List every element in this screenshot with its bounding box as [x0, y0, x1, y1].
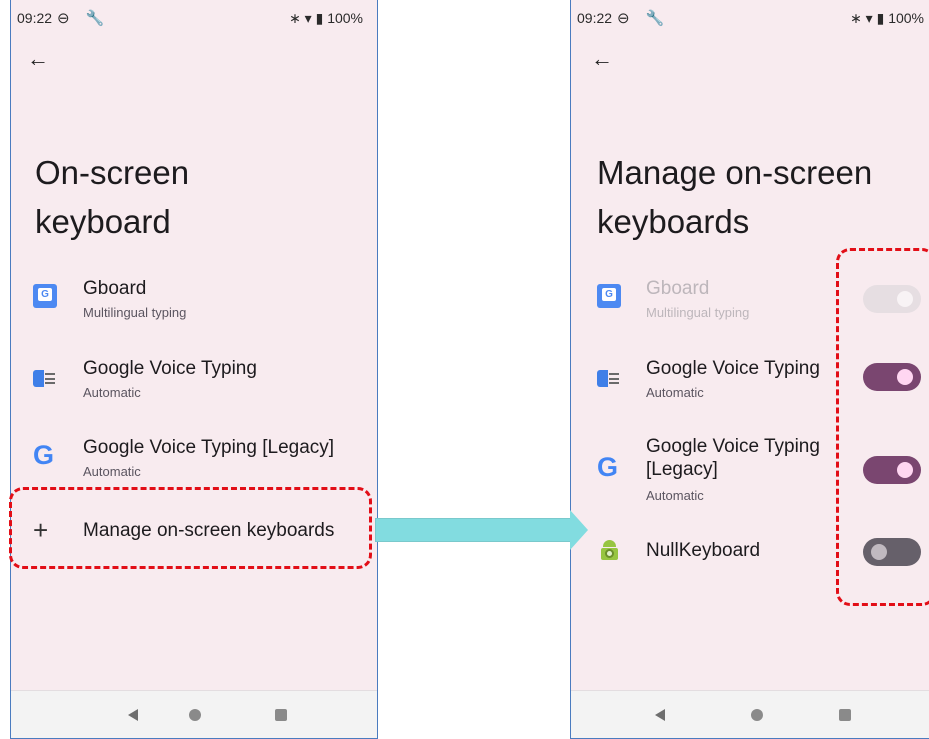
navigation-bar	[571, 690, 929, 738]
status-bar: 09:22 ⊖ 🔧 ∗ ▾ ▮ 100%	[571, 10, 929, 30]
item-label-line2: [Legacy]	[646, 459, 718, 480]
gboard-icon: G	[597, 284, 621, 308]
navigation-bar	[11, 690, 377, 738]
item-label-line1: Google Voice Typing	[646, 436, 820, 457]
page-title-line2: keyboards	[597, 203, 750, 240]
status-icons-left: ⊖ 🔧	[57, 10, 111, 27]
item-label: Google Voice Typing	[83, 358, 257, 379]
item-sublabel: Automatic	[646, 488, 704, 503]
nav-back-icon[interactable]	[655, 709, 665, 721]
item-sublabel: Multilingual typing	[83, 305, 187, 320]
status-icons-left: ⊖ 🔧	[617, 10, 671, 27]
back-arrow-icon[interactable]: ←	[27, 46, 49, 72]
item-label: Google Voice Typing	[646, 358, 820, 379]
google-g-icon: G	[597, 452, 619, 482]
status-bar: 09:22 ⊖ 🔧 ∗ ▾ ▮ 100%	[11, 10, 377, 30]
status-time: 09:22	[17, 10, 53, 26]
nav-home-icon[interactable]	[751, 709, 763, 721]
status-icons-right: ∗ ▾ ▮ 100%	[289, 10, 363, 26]
transition-arrowhead	[570, 510, 588, 550]
google-g-icon: G	[33, 440, 55, 470]
page-title-line1: On-screen	[35, 154, 190, 191]
item-sublabel: Automatic	[83, 385, 141, 400]
toggles-highlight	[836, 248, 929, 606]
status-time: 09:22	[577, 10, 613, 26]
status-icons-right: ∗ ▾ ▮ 100%	[850, 10, 924, 26]
transition-arrow	[375, 518, 573, 542]
google-voice-typing-icon	[33, 366, 57, 390]
page-title-line2: keyboard	[35, 203, 171, 240]
page-title-line1: Manage on-screen	[597, 154, 873, 191]
keyboard-item-gboard[interactable]: G Gboard Multilingual typing	[11, 278, 377, 328]
item-sublabel: Automatic	[646, 385, 704, 400]
nav-home-icon[interactable]	[189, 709, 201, 721]
item-sublabel: Automatic	[83, 464, 141, 479]
nav-recents-icon[interactable]	[275, 709, 287, 721]
android-keyboard-icon	[597, 539, 621, 563]
manage-keyboards-highlight	[9, 487, 372, 569]
google-voice-typing-icon	[597, 366, 621, 390]
back-arrow-icon[interactable]: ←	[591, 46, 613, 72]
page-title: On-screen keyboard	[35, 148, 189, 246]
item-label: NullKeyboard	[646, 540, 761, 561]
item-label: Google Voice Typing [Legacy]	[83, 437, 335, 458]
page-title: Manage on-screen keyboards	[597, 148, 872, 246]
item-label: Gboard	[646, 278, 710, 299]
gboard-icon: G	[33, 284, 57, 308]
nav-recents-icon[interactable]	[839, 709, 851, 721]
keyboard-item-google-voice-typing-legacy[interactable]: G Google Voice Typing [Legacy] Automatic	[11, 437, 377, 487]
left-screen: 09:22 ⊖ 🔧 ∗ ▾ ▮ 100% ← On-screen keyboard…	[10, 0, 378, 739]
item-label: Gboard	[83, 278, 147, 299]
item-sublabel: Multilingual typing	[646, 305, 750, 320]
nav-back-icon[interactable]	[128, 709, 138, 721]
keyboard-item-google-voice-typing[interactable]: Google Voice Typing Automatic	[11, 358, 377, 408]
